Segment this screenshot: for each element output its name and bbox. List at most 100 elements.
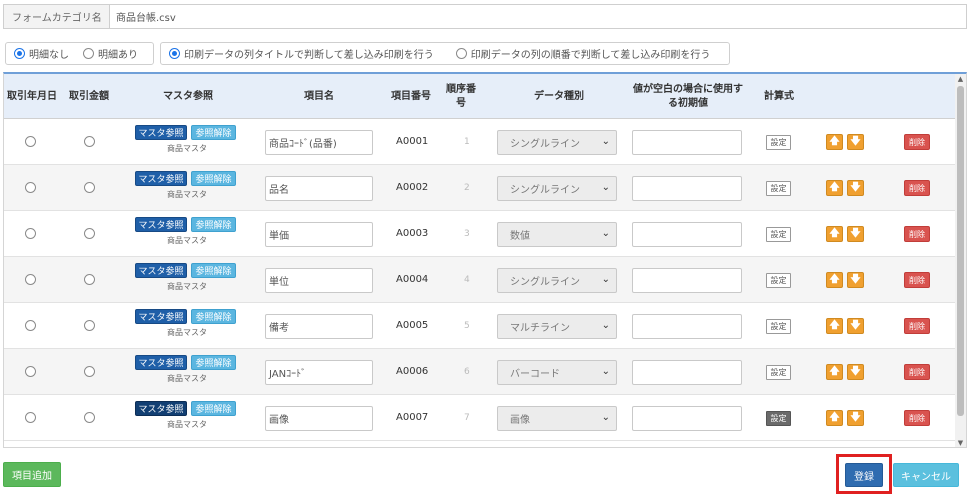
master-ref-button[interactable]: マスタ参照 — [135, 125, 187, 140]
formula-settings-button[interactable]: 設定 — [766, 135, 791, 150]
item-name-input[interactable]: 単位 — [265, 268, 373, 293]
master-name: 商品マスタ — [167, 190, 207, 199]
radio-selected-icon[interactable] — [14, 48, 25, 59]
clear-ref-button[interactable]: 参照解除 — [191, 171, 236, 186]
chevron-down-icon: ⌄ — [601, 228, 610, 239]
item-name-input[interactable]: 画像 — [265, 406, 373, 431]
print-option-by-title[interactable]: 印刷データの列タイトルで判断して差し込み印刷を行う — [169, 46, 434, 61]
formula-settings-button[interactable]: 設定 — [766, 411, 791, 426]
master-ref-button[interactable]: マスタ参照 — [135, 355, 187, 370]
clear-ref-button[interactable]: 参照解除 — [191, 217, 236, 232]
formula-settings-button[interactable]: 設定 — [766, 273, 791, 288]
trade-amount-radio[interactable] — [84, 412, 95, 423]
default-value-input[interactable] — [632, 360, 742, 385]
delete-button[interactable]: 削除 — [904, 180, 930, 196]
trade-date-radio[interactable] — [25, 274, 36, 285]
arrow-up-icon[interactable]: 🡅 — [826, 134, 843, 150]
clear-ref-button[interactable]: 参照解除 — [191, 125, 236, 140]
trade-date-radio[interactable] — [25, 136, 36, 147]
trade-amount-radio[interactable] — [84, 320, 95, 331]
print-option-by-order[interactable]: 印刷データの列の順番で判断して差し込み印刷を行う — [455, 46, 710, 61]
master-name: 商品マスタ — [167, 328, 207, 337]
header-data-type: データ種別 — [534, 90, 584, 102]
data-type-select[interactable]: シングルライン ⌄ — [497, 130, 617, 155]
formula-settings-button[interactable]: 設定 — [766, 181, 791, 196]
data-type-select[interactable]: 数値 ⌄ — [497, 222, 617, 247]
item-name-input[interactable]: JANｺｰﾄﾞ — [265, 360, 373, 385]
arrow-up-icon[interactable]: 🡅 — [826, 226, 843, 242]
scroll-up-icon[interactable]: ▲ — [955, 74, 966, 84]
arrow-down-icon[interactable]: 🡇 — [847, 318, 864, 334]
trade-amount-radio[interactable] — [84, 228, 95, 239]
data-type-select[interactable]: バーコード ⌄ — [497, 360, 617, 385]
clear-ref-button[interactable]: 参照解除 — [191, 355, 236, 370]
trade-date-radio[interactable] — [25, 228, 36, 239]
delete-button[interactable]: 削除 — [904, 272, 930, 288]
trade-date-radio[interactable] — [25, 412, 36, 423]
detail-option-with[interactable]: 明細あり — [83, 46, 138, 61]
trade-amount-radio[interactable] — [84, 274, 95, 285]
arrow-up-icon[interactable]: 🡅 — [826, 410, 843, 426]
print-option-label: 印刷データの列タイトルで判断して差し込み印刷を行う — [184, 50, 434, 61]
add-item-button[interactable]: 項目追加 — [3, 462, 61, 487]
radio-icon[interactable] — [455, 48, 467, 59]
scroll-down-icon[interactable]: ▼ — [955, 438, 966, 447]
master-ref-button[interactable]: マスタ参照 — [135, 309, 187, 324]
formula-settings-button[interactable]: 設定 — [766, 319, 791, 334]
item-name-input[interactable]: 商品ｺｰﾄﾞ(品番) — [265, 130, 373, 155]
arrow-up-icon[interactable]: 🡅 — [826, 364, 843, 380]
arrow-down-icon[interactable]: 🡇 — [847, 364, 864, 380]
arrow-down-icon[interactable]: 🡇 — [847, 180, 864, 196]
trade-date-radio[interactable] — [25, 366, 36, 377]
item-name-input[interactable]: 単価 — [265, 222, 373, 247]
trade-amount-radio[interactable] — [84, 182, 95, 193]
formula-settings-button[interactable]: 設定 — [766, 365, 791, 380]
detail-option-none[interactable]: 明細なし — [14, 46, 69, 61]
arrow-down-icon[interactable]: 🡇 — [847, 134, 864, 150]
arrow-up-icon[interactable]: 🡅 — [826, 272, 843, 288]
default-value-input[interactable] — [632, 268, 742, 293]
delete-button[interactable]: 削除 — [904, 364, 930, 380]
arrow-down-icon[interactable]: 🡇 — [847, 410, 864, 426]
arrow-up-icon[interactable]: 🡅 — [826, 318, 843, 334]
master-name: 商品マスタ — [167, 374, 207, 383]
default-value-input[interactable] — [632, 314, 742, 339]
radio-selected-icon[interactable] — [169, 48, 180, 59]
data-type-select[interactable]: マルチライン ⌄ — [497, 314, 617, 339]
trade-amount-radio[interactable] — [84, 136, 95, 147]
delete-button[interactable]: 削除 — [904, 134, 930, 150]
data-type-select[interactable]: シングルライン ⌄ — [497, 268, 617, 293]
default-value-input[interactable] — [632, 222, 742, 247]
arrow-up-icon[interactable]: 🡅 — [826, 180, 843, 196]
formula-settings-button[interactable]: 設定 — [766, 227, 791, 242]
radio-icon[interactable] — [83, 48, 94, 59]
master-ref-button[interactable]: マスタ参照 — [135, 401, 187, 416]
delete-button[interactable]: 削除 — [904, 226, 930, 242]
data-type-select[interactable]: シングルライン ⌄ — [497, 176, 617, 201]
cancel-button[interactable]: キャンセル — [893, 463, 959, 487]
arrow-down-icon[interactable]: 🡇 — [847, 272, 864, 288]
order-number: 6 — [464, 367, 470, 377]
trade-date-radio[interactable] — [25, 320, 36, 331]
clear-ref-button[interactable]: 参照解除 — [191, 263, 236, 278]
delete-button[interactable]: 削除 — [904, 410, 930, 426]
master-ref-button[interactable]: マスタ参照 — [135, 217, 187, 232]
data-type-select[interactable]: 画像 ⌄ — [497, 406, 617, 431]
master-ref-button[interactable]: マスタ参照 — [135, 263, 187, 278]
trade-amount-radio[interactable] — [84, 366, 95, 377]
clear-ref-button[interactable]: 参照解除 — [191, 309, 236, 324]
trade-date-radio[interactable] — [25, 182, 36, 193]
order-number: 4 — [464, 275, 470, 285]
delete-button[interactable]: 削除 — [904, 318, 930, 334]
scroll-thumb[interactable] — [957, 86, 964, 416]
register-button[interactable]: 登録 — [845, 463, 883, 487]
default-value-input[interactable] — [632, 130, 742, 155]
master-ref-button[interactable]: マスタ参照 — [135, 171, 187, 186]
item-name-input[interactable]: 品名 — [265, 176, 373, 201]
item-name-input[interactable]: 備考 — [265, 314, 373, 339]
arrow-down-icon[interactable]: 🡇 — [847, 226, 864, 242]
default-value-input[interactable] — [632, 176, 742, 201]
clear-ref-button[interactable]: 参照解除 — [191, 401, 236, 416]
table-scrollbar[interactable]: ▲ ▼ — [955, 74, 966, 447]
default-value-input[interactable] — [632, 406, 742, 431]
